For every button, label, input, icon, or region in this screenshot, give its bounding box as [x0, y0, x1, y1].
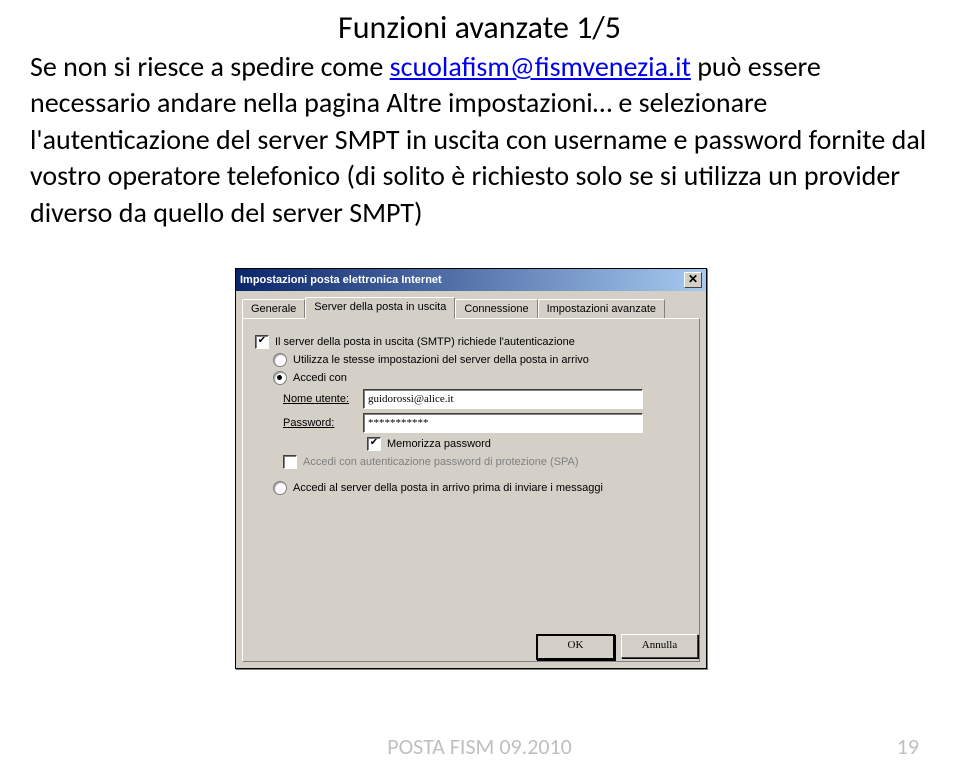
smtp-auth-label: Il server della posta in uscita (SMTP) r…: [275, 336, 575, 348]
tab-general[interactable]: Generale: [242, 299, 305, 318]
tabs: Generale Server della posta in uscita Co…: [242, 297, 700, 318]
footer-text: POSTA FISM 09.2010: [0, 733, 959, 760]
tab-connection[interactable]: Connessione: [455, 299, 537, 318]
ok-button[interactable]: OK: [536, 634, 615, 660]
intro-text-pre: Se non si riesce a spedire come: [30, 49, 390, 84]
spa-label: Accedi con autenticazione password di pr…: [303, 456, 579, 468]
checkbox-smtp-auth[interactable]: ✔: [255, 335, 269, 349]
remember-password-label: Memorizza password: [387, 438, 491, 450]
intro-email-link[interactable]: scuolafism@fismvenezia.it: [390, 49, 691, 84]
tab-outgoing-server[interactable]: Server della posta in uscita: [305, 297, 455, 319]
username-row: Nome utente: guidorossi@alice.it: [283, 389, 687, 409]
cancel-button[interactable]: Annulla: [621, 634, 698, 658]
radio-login-with-row[interactable]: Accedi con: [273, 371, 687, 385]
dialog-buttons: OK Annulla: [536, 634, 698, 660]
dialog-title: Impostazioni posta elettronica Internet: [240, 274, 442, 286]
spa-row[interactable]: Accedi con autenticazione password di pr…: [283, 455, 687, 469]
dialog-internet-email-settings: Impostazioni posta elettronica Internet …: [235, 268, 707, 669]
checkbox-spa[interactable]: [283, 455, 297, 469]
intro-paragraph: Se non si riesce a spedire come scuolafi…: [30, 49, 929, 231]
page-title: Funzioni avanzate 1/5: [0, 8, 959, 47]
radio-login-before-send-label: Accedi al server della posta in arrivo p…: [293, 482, 603, 494]
radio-login-before-send-row[interactable]: Accedi al server della posta in arrivo p…: [273, 481, 687, 495]
radio-login-with-label: Accedi con: [293, 372, 347, 384]
checkbox-remember-password[interactable]: ✔: [367, 437, 381, 451]
close-icon[interactable]: ✕: [684, 272, 702, 288]
smtp-auth-row[interactable]: ✔ Il server della posta in uscita (SMTP)…: [255, 335, 687, 349]
radio-login-before-send[interactable]: [273, 481, 287, 495]
page-number: 19: [897, 733, 919, 760]
radio-same-settings[interactable]: [273, 353, 287, 367]
radio-login-with[interactable]: [273, 371, 287, 385]
password-row: Password: ***********: [283, 413, 687, 433]
tab-advanced[interactable]: Impostazioni avanzate: [538, 299, 665, 318]
radio-same-settings-row[interactable]: Utilizza le stesse impostazioni del serv…: [273, 353, 687, 367]
password-label: Password:: [283, 417, 363, 429]
remember-password-row[interactable]: ✔ Memorizza password: [367, 437, 687, 451]
dialog-titlebar: Impostazioni posta elettronica Internet …: [236, 269, 706, 291]
username-label: Nome utente:: [283, 393, 363, 405]
tab-content: ✔ Il server della posta in uscita (SMTP)…: [242, 318, 700, 662]
username-input[interactable]: guidorossi@alice.it: [363, 389, 643, 409]
password-input[interactable]: ***********: [363, 413, 643, 433]
radio-same-settings-label: Utilizza le stesse impostazioni del serv…: [293, 354, 589, 366]
